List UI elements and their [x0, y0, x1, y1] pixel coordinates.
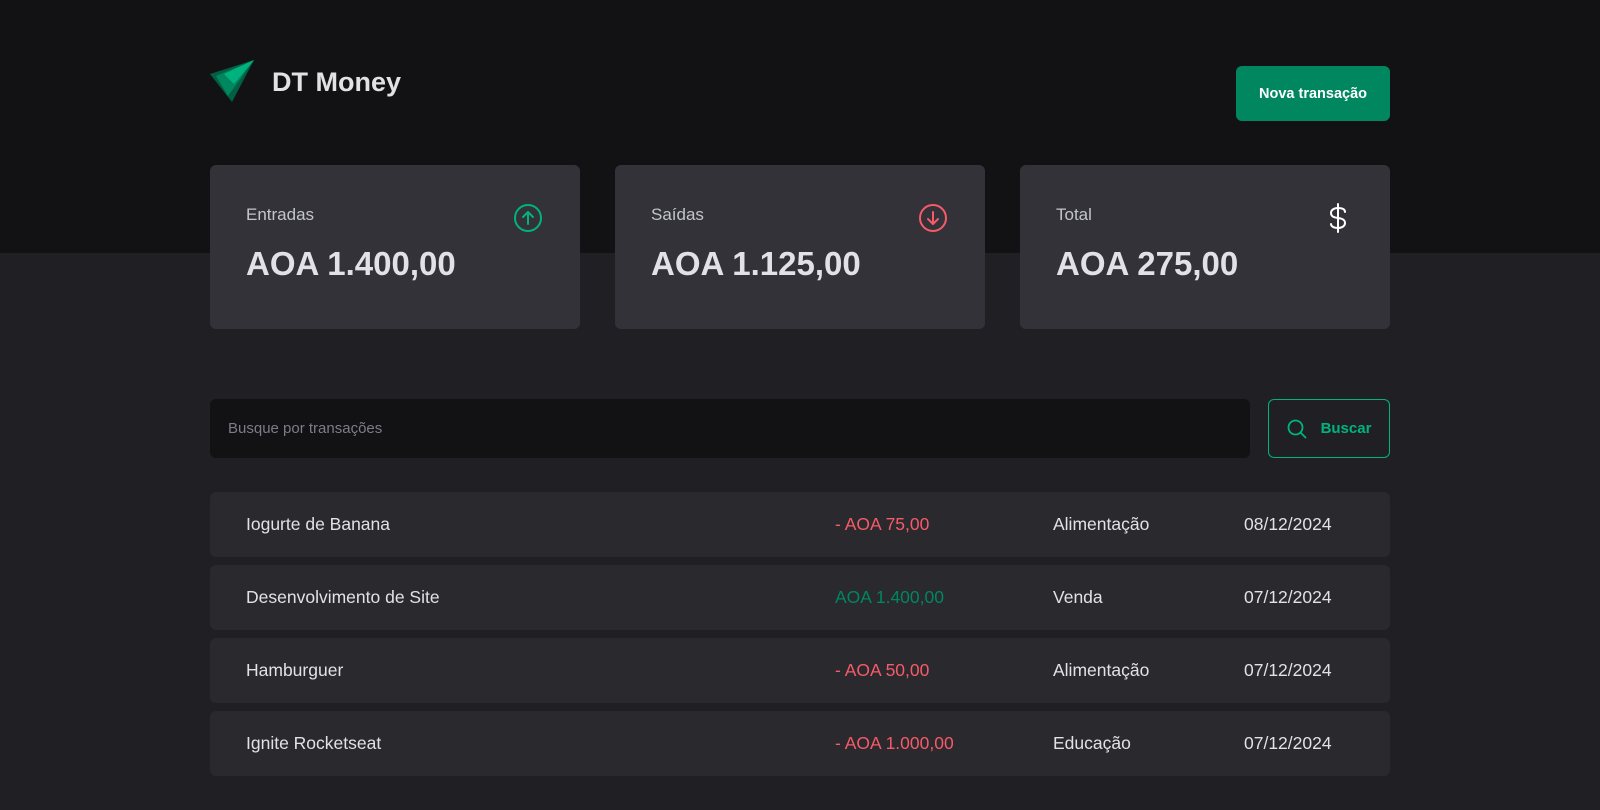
summary-card-value: AOA 1.125,00 — [651, 245, 861, 282]
logo: DT Money — [210, 60, 401, 104]
summary-card-title: Entradas — [246, 205, 315, 224]
summary-card-title: Saídas — [651, 205, 704, 224]
table-row: Ignite Rocketseat - AOA 1.000,00 Educaçã… — [210, 711, 1390, 776]
new-transaction-button[interactable]: Nova transação — [1236, 66, 1390, 121]
search-button-label: Buscar — [1320, 420, 1372, 437]
transaction-price: AOA 1.400,00 — [835, 587, 944, 607]
logo-icon — [210, 60, 254, 102]
transaction-category: Venda — [1053, 587, 1103, 607]
arrow-circle-down-icon — [917, 202, 949, 239]
summary-card-total: Total AOA 275,00 — [1020, 165, 1390, 329]
transaction-date: 07/12/2024 — [1244, 660, 1332, 680]
summary-card-income: Entradas AOA 1.400,00 — [210, 165, 580, 329]
transaction-category: Alimentação — [1053, 660, 1150, 680]
transaction-description: Iogurte de Banana — [246, 514, 391, 534]
search-button[interactable]: Buscar — [1268, 399, 1390, 458]
transaction-category: Educação — [1053, 733, 1131, 753]
transaction-description: Ignite Rocketseat — [246, 733, 382, 753]
search-icon — [1287, 419, 1306, 438]
transaction-price: - AOA 75,00 — [835, 514, 930, 534]
transactions-table: Iogurte de Banana - AOA 75,00 Alimentaçã… — [210, 492, 1390, 784]
summary-card-title: Total — [1056, 205, 1092, 224]
summary: Entradas AOA 1.400,00 Saídas AOA 1.125,0… — [210, 165, 1390, 329]
transaction-description: Desenvolvimento de Site — [246, 587, 440, 607]
summary-card-outcome: Saídas AOA 1.125,00 — [615, 165, 985, 329]
currency-dollar-icon — [1322, 202, 1354, 239]
app-title: DT Money — [272, 66, 402, 97]
table-row: Iogurte de Banana - AOA 75,00 Alimentaçã… — [210, 492, 1390, 557]
search-form: Buscar — [210, 399, 1390, 458]
transaction-price: - AOA 1.000,00 — [835, 733, 954, 753]
search-input[interactable] — [210, 399, 1250, 458]
transaction-price: - AOA 50,00 — [835, 660, 930, 680]
table-row: Hamburguer - AOA 50,00 Alimentação 07/12… — [210, 638, 1390, 703]
transaction-date: 08/12/2024 — [1244, 514, 1332, 534]
transaction-category: Alimentação — [1053, 514, 1150, 534]
summary-card-value: AOA 275,00 — [1056, 245, 1239, 282]
transaction-date: 07/12/2024 — [1244, 733, 1332, 753]
app-header: DT Money Nova transação — [210, 60, 1390, 122]
arrow-circle-up-icon — [512, 202, 544, 239]
table-row: Desenvolvimento de Site AOA 1.400,00 Ven… — [210, 565, 1390, 630]
transaction-date: 07/12/2024 — [1244, 587, 1332, 607]
summary-card-value: AOA 1.400,00 — [246, 245, 456, 282]
transaction-description: Hamburguer — [246, 660, 344, 680]
